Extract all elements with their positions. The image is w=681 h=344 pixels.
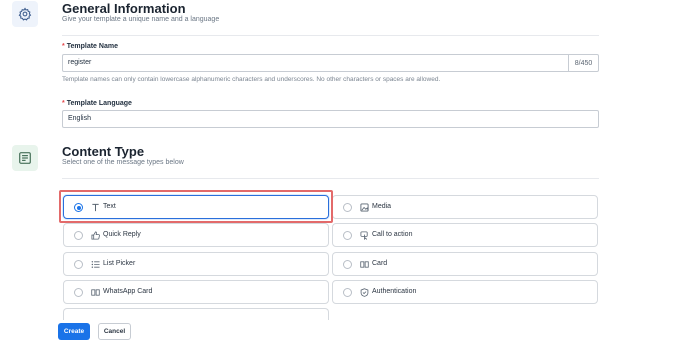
pointer-icon [359, 230, 369, 240]
option-authentication[interactable]: Authentication [332, 280, 598, 304]
highlight-box [59, 190, 333, 223]
template-language-select[interactable]: English [62, 110, 599, 128]
character-counter: 8/450 [568, 55, 598, 71]
option-partial[interactable] [63, 308, 329, 320]
option-label: Card [372, 260, 388, 267]
required-mark: * [62, 100, 65, 107]
radio[interactable] [343, 203, 352, 212]
template-card-icon [19, 152, 31, 164]
general-info-subtitle: Give your template a unique name and a l… [62, 16, 220, 23]
content-type-subtitle: Select one of the message types below [62, 159, 184, 166]
template-language-label-text: Template Language [66, 100, 132, 107]
radio[interactable] [74, 288, 83, 297]
content-type-title: Content Type [62, 144, 145, 159]
option-call-to-action[interactable]: Call to action [332, 223, 598, 247]
option-label: Media [372, 203, 392, 210]
radio[interactable] [74, 231, 83, 240]
option-list-picker[interactable]: List Picker [63, 252, 329, 276]
template-name-value: register [68, 59, 92, 66]
divider [62, 35, 599, 36]
option-card[interactable]: Card [332, 252, 598, 276]
image-icon [359, 202, 369, 212]
content-section-icon [12, 145, 38, 171]
template-language-value: English [68, 115, 91, 122]
cancel-button[interactable]: Cancel [98, 323, 131, 340]
template-name-label: * Template Name [62, 43, 118, 50]
option-label: Quick Reply [103, 231, 141, 238]
template-name-hint: Template names can only contain lowercas… [62, 76, 441, 83]
general-section-icon [12, 1, 38, 27]
shield-icon [359, 287, 369, 297]
option-label: Call to action [372, 231, 413, 238]
card-icon [359, 259, 369, 269]
option-media[interactable]: Media [332, 195, 598, 219]
option-quick-reply[interactable]: Quick Reply [63, 223, 329, 247]
gear-icon [18, 7, 32, 21]
divider [62, 178, 599, 179]
create-button[interactable]: Create [58, 323, 90, 340]
card-icon [90, 287, 100, 297]
radio[interactable] [74, 260, 83, 269]
template-language-label: * Template Language [62, 100, 132, 107]
option-whatsapp-card[interactable]: WhatsApp Card [63, 280, 329, 304]
radio[interactable] [343, 260, 352, 269]
general-info-title: General Information [62, 1, 186, 16]
template-name-input[interactable]: register 8/450 [62, 54, 599, 72]
required-mark: * [62, 43, 65, 50]
option-label: Authentication [372, 288, 417, 295]
list-icon [90, 259, 100, 269]
thumbs-up-icon [90, 230, 100, 240]
option-label: WhatsApp Card [103, 288, 153, 295]
template-name-label-text: Template Name [66, 43, 118, 50]
option-label: List Picker [103, 260, 136, 267]
radio[interactable] [343, 231, 352, 240]
radio[interactable] [343, 288, 352, 297]
